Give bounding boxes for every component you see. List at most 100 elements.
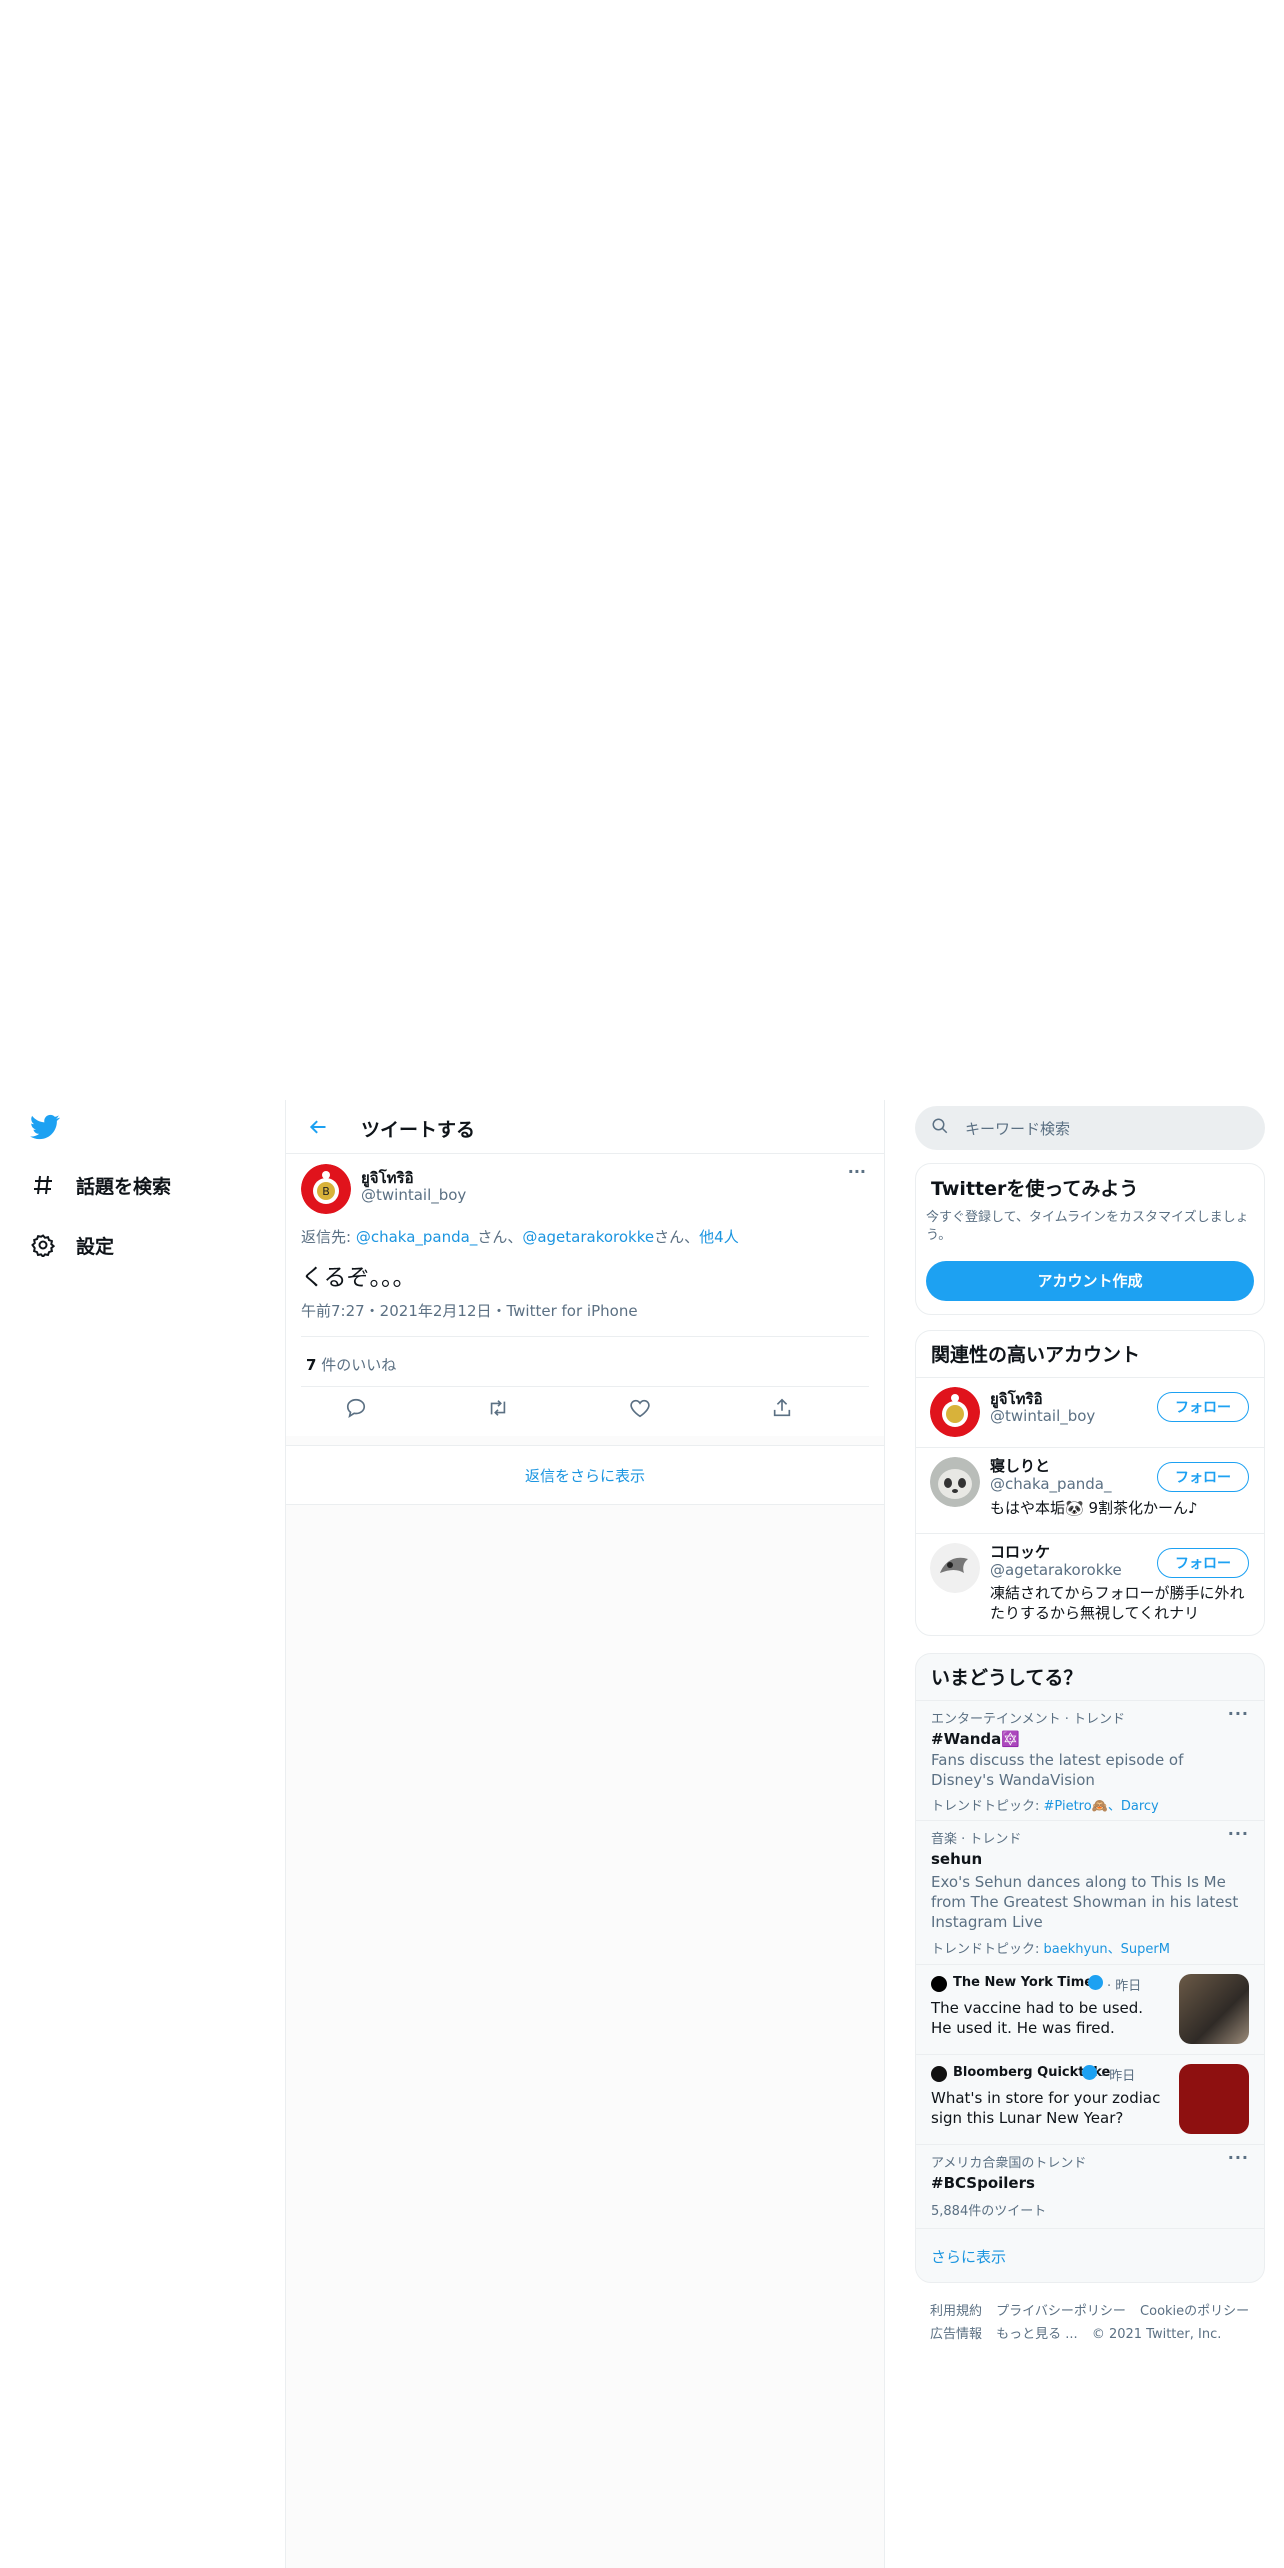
search-icon	[931, 1117, 949, 1139]
trend-name: #BCSpoilers	[931, 2174, 1035, 2192]
account-bio: もはや本垢🐼 9割茶化かーん♪	[990, 1499, 1198, 1517]
footer-link[interactable]: もっと見る ...	[996, 2327, 1078, 2342]
nyt-logo-icon	[931, 1976, 947, 1992]
reply-prefix: 返信先:	[301, 1228, 356, 1246]
trend-category: 音楽 · トレンド	[931, 1832, 1022, 1847]
news-item[interactable]: The New York Times · 昨日 The vaccine had …	[916, 1964, 1264, 2054]
trend-name-text: #Wanda	[931, 1730, 1002, 1748]
news-item[interactable]: Bloomberg Quicktake · 昨日 What's in store…	[916, 2054, 1264, 2144]
signup-card: Twitterを使ってみよう 今すぐ登録して、タイムラインをカスタマイズしましょ…	[915, 1163, 1265, 1315]
page-title: ツイートする	[361, 1119, 476, 1141]
tweet-text: くるぞ。。。	[301, 1265, 416, 1291]
follow-button[interactable]: フォロー	[1157, 1392, 1249, 1422]
tweet-meta[interactable]: 午前7:27・2021年2月12日・Twitter for iPhone	[301, 1300, 638, 1321]
twitter-bird-icon[interactable]	[28, 1112, 62, 1142]
reply-others-link[interactable]: 他4人	[699, 1228, 739, 1246]
gear-icon	[30, 1232, 56, 1258]
trend-topics-label: トレンドトピック:	[931, 1942, 1044, 1957]
follow-button[interactable]: フォロー	[1157, 1462, 1249, 1492]
follow-button[interactable]: フォロー	[1157, 1548, 1249, 1578]
footer-link[interactable]: Cookieのポリシー	[1140, 2304, 1249, 2319]
account-row[interactable]: 寝しりと @chaka_panda_ もはや本垢🐼 9割茶化かーん♪ フォロー	[916, 1447, 1264, 1533]
retweet-icon[interactable]	[484, 1394, 512, 1422]
trend-item[interactable]: アメリカ合衆国のトレンド ··· #BCSpoilers 5,884件のツイート	[916, 2144, 1264, 2228]
nav-settings-label: 設定	[76, 1235, 115, 1258]
account-row[interactable]: ยูจิโทริอิ @twintail_boy フォロー	[916, 1377, 1264, 1447]
trend-desc: Exo's Sehun dances along to This Is Me f…	[931, 1873, 1239, 1931]
reply-to: 返信先: @chaka_panda_さん、@agetarakorokkeさん、他…	[301, 1226, 739, 1247]
reply-san: さん、	[654, 1228, 700, 1246]
news-thumbnail	[1179, 1974, 1249, 2044]
avatar[interactable]: B	[301, 1164, 351, 1214]
reply-icon[interactable]	[342, 1394, 370, 1422]
trends-title: いまどうしてる？	[931, 1667, 1083, 1689]
divider	[301, 1386, 869, 1387]
account-bio: 凍結されてからフォローが勝手に外れたりするから無視してくれナリ	[990, 1584, 1245, 1622]
avatar	[930, 1457, 980, 1507]
reply-san: さん、	[477, 1228, 523, 1246]
trend-count: 5,884件のツイート	[931, 2204, 1047, 2219]
account-name: 寝しりと	[990, 1457, 1051, 1475]
more-options-icon[interactable]: ···	[1228, 1824, 1249, 1843]
verified-badge-icon	[1082, 2065, 1097, 2080]
verified-badge-icon	[1088, 1975, 1103, 1990]
reply-user-link[interactable]: @chaka_panda_	[356, 1228, 478, 1246]
search-placeholder: キーワード検索	[965, 1119, 1071, 1138]
trend-topics-links[interactable]: #Pietro🙈、Darcy	[1044, 1799, 1159, 1814]
avatar	[930, 1543, 980, 1593]
signup-title: Twitterを使ってみよう	[931, 1178, 1139, 1200]
divider	[916, 2228, 1264, 2229]
hashtag-icon	[30, 1172, 56, 1198]
footer-copyright: © 2021 Twitter, Inc.	[1091, 2327, 1222, 2342]
account-handle: @twintail_boy	[990, 1407, 1096, 1425]
trend-topics-label: トレンドトピック:	[931, 1799, 1044, 1814]
trend-name: #Wanda🔯	[931, 1730, 1020, 1748]
back-arrow-icon[interactable]	[304, 1113, 332, 1141]
signup-button[interactable]: アカウント作成	[926, 1261, 1254, 1301]
account-handle: @chaka_panda_	[990, 1475, 1112, 1493]
trend-category: アメリカ合衆国のトレンド	[931, 2156, 1087, 2171]
trend-name: sehun	[931, 1850, 983, 1868]
trend-topics: トレンドトピック: #Pietro🙈、Darcy	[931, 1795, 1159, 1814]
account-name: コロッケ	[990, 1543, 1051, 1561]
signup-desc: 今すぐ登録して、タイムラインをカスタマイズしましょう。	[926, 1210, 1249, 1243]
footer-link[interactable]: 利用規約	[930, 2304, 982, 2319]
like-icon[interactable]	[626, 1394, 654, 1422]
header: ツイートする	[286, 1100, 884, 1154]
trend-emoji: 🔯	[1001, 1730, 1020, 1748]
reply-user-link[interactable]: @agetarakorokke	[522, 1228, 654, 1246]
trend-topics-links[interactable]: baekhyun、SuperM	[1044, 1942, 1170, 1957]
trend-topics: トレンドトピック: baekhyun、SuperM	[931, 1938, 1170, 1957]
show-more-replies-link[interactable]: 返信をさらに表示	[286, 1445, 884, 1505]
trend-item[interactable]: エンターテインメント · トレンド ··· #Wanda🔯 Fans discu…	[916, 1700, 1264, 1820]
related-accounts-card: 関連性の高いアカウント ยูจิโทริอิ @twintail_boy フォロ…	[915, 1330, 1265, 1636]
nav-explore[interactable]: 話題を検索	[30, 1165, 171, 1205]
trend-desc: Fans discuss the latest episode of Disne…	[931, 1751, 1184, 1789]
main-column: ツイートする B ยูจิโทริอิ @twintail_boy ··· 返信…	[285, 1100, 885, 2568]
news-source: The New York Times	[953, 1975, 1101, 1990]
footer-line-2: 広告情報 もっと見る ... © 2021 Twitter, Inc.	[930, 2323, 1231, 2342]
news-thumbnail	[1179, 2064, 1249, 2134]
more-options-icon[interactable]: ···	[1228, 2148, 1249, 2167]
search-input[interactable]: キーワード検索	[915, 1106, 1265, 1150]
nav-settings[interactable]: 設定	[30, 1225, 114, 1265]
author-handle[interactable]: @twintail_boy	[361, 1186, 466, 1204]
likes-label: 件のいいね	[316, 1356, 397, 1374]
likes-stat[interactable]: 7 件のいいね	[306, 1354, 396, 1375]
trend-item[interactable]: 音楽 · トレンド ··· sehun Exo's Sehun dances a…	[916, 1820, 1264, 1964]
share-icon[interactable]	[768, 1394, 796, 1422]
likes-count: 7	[306, 1356, 317, 1374]
more-options-icon[interactable]: ···	[848, 1162, 866, 1181]
footer-link[interactable]: 広告情報	[930, 2327, 982, 2342]
divider	[301, 1336, 869, 1337]
footer-link[interactable]: プライバシーポリシー	[996, 2304, 1126, 2319]
trend-category: エンターテインメント · トレンド	[931, 1712, 1126, 1727]
trends-show-more-link[interactable]: さらに表示	[931, 2246, 1006, 2267]
nav-explore-label: 話題を検索	[76, 1175, 172, 1198]
tweet: B ยูจิโทริอิ @twintail_boy ··· 返信先: @cha…	[286, 1154, 884, 1436]
account-row[interactable]: コロッケ @agetarakorokke 凍結されてからフォローが勝手に外れたり…	[916, 1533, 1264, 1635]
more-options-icon[interactable]: ···	[1228, 1704, 1249, 1723]
news-time: · 昨日	[1101, 2069, 1136, 2084]
account-handle: @agetarakorokke	[990, 1561, 1122, 1579]
news-headline: What's in store for your zodiac sign thi…	[931, 2089, 1161, 2127]
